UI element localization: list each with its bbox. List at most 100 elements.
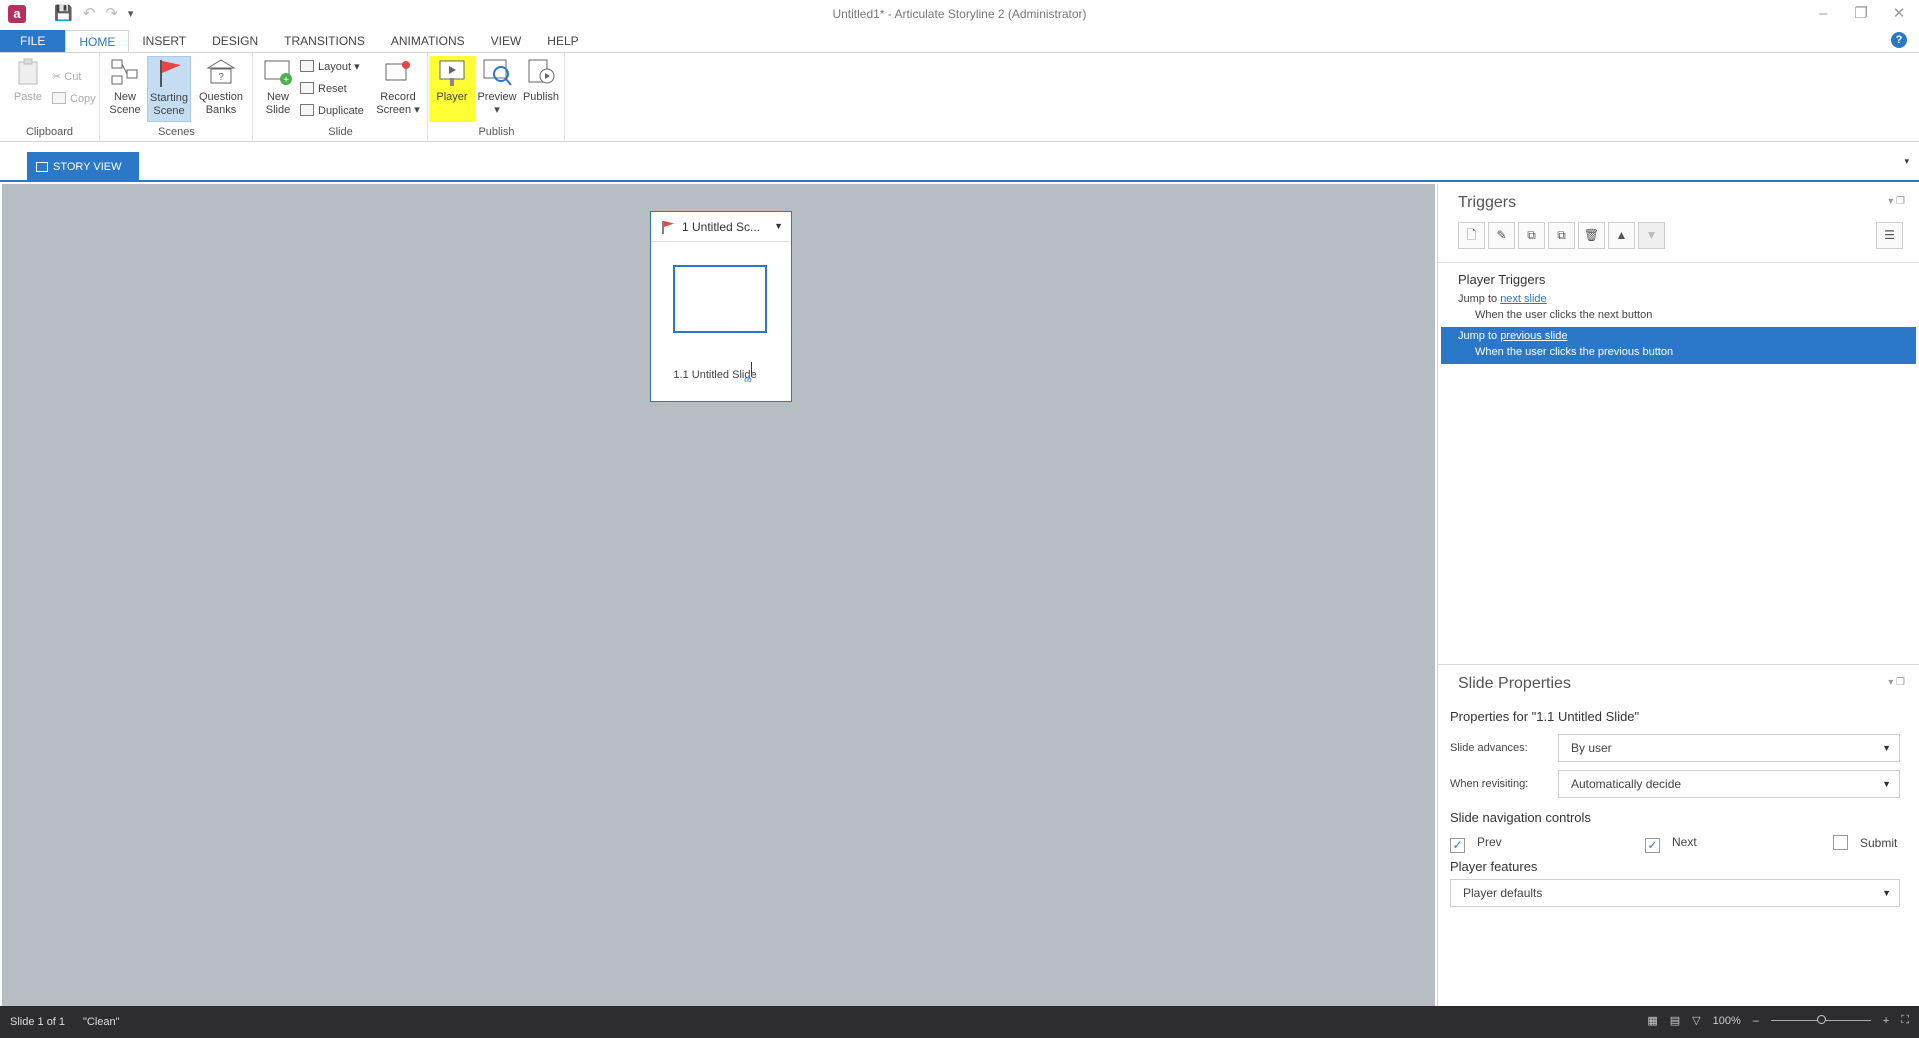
story-view-icon — [36, 162, 48, 172]
trigger-row[interactable]: Jump to next slide When the user clicks … — [1441, 290, 1916, 327]
edit-trigger-icon[interactable]: ✎ — [1488, 222, 1515, 249]
publish-group-label: Publish — [478, 126, 515, 138]
zoom-slider-handle[interactable] — [1816, 1015, 1826, 1024]
minimize-button[interactable]: – — [1811, 2, 1835, 26]
filter-icon[interactable]: ▽ — [1692, 1014, 1700, 1027]
copy-label: Copy — [70, 93, 96, 105]
tab-insert[interactable]: INSERT — [129, 30, 199, 52]
submit-checkbox-row[interactable]: Submit — [1833, 835, 1897, 850]
trigger-target-link[interactable]: next slide — [1500, 293, 1546, 305]
when-revisiting-dropdown[interactable]: Automatically decide ▼ — [1558, 770, 1900, 798]
player-features-heading: Player features — [1450, 859, 1538, 874]
slide-count: Slide 1 of 1 — [10, 1016, 66, 1028]
slide-properties-controls-icon[interactable]: ▾ ❐ — [1888, 677, 1905, 688]
next-checkbox-row[interactable]: ✓ Next — [1645, 835, 1697, 853]
scene-menu-chevron-icon[interactable]: ▼ — [774, 221, 783, 231]
save-icon[interactable]: 💾 — [54, 4, 73, 24]
trigger-target-link[interactable]: previous slide — [1500, 330, 1567, 342]
tab-design[interactable]: DESIGN — [199, 30, 271, 52]
slide-view-mode-icon[interactable]: ▤ — [1670, 1014, 1680, 1027]
tab-view[interactable]: VIEW — [478, 30, 535, 52]
zoom-slider[interactable] — [1770, 1015, 1871, 1024]
starting-scene-label-1: Starting — [150, 92, 188, 104]
triggers-panel-controls-icon[interactable]: ▾ ❐ — [1888, 196, 1905, 207]
publish-group: Player Preview ▾ Publish Publish — [429, 53, 565, 141]
paste-button[interactable]: Paste — [6, 56, 50, 122]
story-view-mode-icon[interactable]: ▦ — [1647, 1014, 1657, 1027]
view-tab-bar: STORY VIEW ▾ — [0, 142, 1919, 182]
create-trigger-icon[interactable]: 🗋 — [1458, 222, 1485, 249]
cut-button[interactable]: ✂ Cut — [52, 67, 81, 87]
slide-advances-dropdown[interactable]: By user ▼ — [1558, 734, 1900, 762]
record-screen-label-2: Screen — [376, 104, 412, 116]
new-scene-button[interactable]: New Scene — [103, 56, 147, 122]
scene-header[interactable]: 1 Untitled Sc... ▼ — [651, 212, 791, 242]
scene-title: 1 Untitled Sc... — [682, 220, 761, 234]
view-list-chevron-icon[interactable]: ▾ — [1904, 156, 1909, 167]
tab-animations[interactable]: ANIMATIONS — [378, 30, 478, 52]
clipboard-group: Paste ✂ Cut Copy Clipboard — [0, 53, 100, 141]
delete-trigger-icon[interactable]: 🗑 — [1578, 222, 1605, 249]
trigger-row[interactable]: Jump to previous slide When the user cli… — [1441, 327, 1916, 364]
copy-icon — [52, 92, 66, 104]
preview-button[interactable]: Preview ▾ — [475, 56, 519, 122]
slide-thumbnail[interactable] — [673, 265, 767, 333]
restore-button[interactable]: ❐ — [1849, 2, 1873, 26]
trigger-condition: When the user clicks the next button — [1475, 309, 1653, 321]
prev-checkbox-row[interactable]: ✓ Prev — [1450, 835, 1502, 853]
triggers-toolbar: 🗋 ✎ ⧉ ⧉ 🗑 ▲ ▼ — [1458, 222, 1665, 249]
link-icon[interactable]: ∞ — [744, 374, 752, 386]
tab-transitions[interactable]: TRANSITIONS — [271, 30, 378, 52]
submit-label: Submit — [1860, 836, 1898, 850]
zoom-out-button[interactable]: – — [1753, 1015, 1759, 1027]
player-features-dropdown[interactable]: Player defaults ▼ — [1450, 879, 1900, 907]
story-canvas[interactable]: 1 Untitled Sc... ▼ 1.1 Untitled Slide ∞ — [2, 184, 1435, 1006]
duplicate-button[interactable]: Duplicate — [300, 101, 364, 121]
help-icon[interactable]: ? — [1891, 32, 1907, 48]
triggers-divider — [1438, 262, 1919, 263]
customize-qat-icon[interactable]: ▾ — [128, 4, 134, 24]
tab-help[interactable]: HELP — [534, 30, 591, 52]
ribbon-tabs: FILE HOME INSERT DESIGN TRANSITIONS ANIM… — [0, 30, 1919, 52]
copy-trigger-icon[interactable]: ⧉ — [1518, 222, 1545, 249]
slide-link-line — [751, 362, 752, 374]
trigger-variables-icon[interactable]: ☰ — [1876, 222, 1903, 249]
scene-card[interactable]: 1 Untitled Sc... ▼ 1.1 Untitled Slide ∞ — [650, 211, 792, 402]
tab-file[interactable]: FILE — [0, 30, 66, 52]
reset-label: Reset — [318, 83, 347, 95]
tab-home[interactable]: HOME — [65, 30, 130, 52]
publish-button[interactable]: Publish — [519, 56, 563, 122]
new-scene-label-1: New — [113, 91, 136, 103]
close-button[interactable]: ✕ — [1887, 2, 1911, 26]
question-banks-button[interactable]: ? Question Banks — [199, 56, 243, 122]
move-down-icon[interactable]: ▼ — [1638, 222, 1665, 249]
tab-story-view[interactable]: STORY VIEW — [27, 152, 139, 182]
svg-text:?: ? — [218, 72, 224, 83]
new-slide-label-1: New — [266, 91, 289, 103]
player-triggers-heading: Player Triggers — [1458, 272, 1546, 287]
copy-button[interactable]: Copy — [52, 89, 96, 109]
undo-icon[interactable]: ↶ — [83, 4, 96, 24]
fit-to-window-icon[interactable]: ⛶ — [1901, 1014, 1909, 1027]
reset-button[interactable]: Reset — [300, 79, 347, 99]
starting-scene-button[interactable]: Starting Scene — [147, 56, 191, 122]
submit-checkbox[interactable] — [1833, 835, 1848, 850]
player-button[interactable]: Player — [429, 56, 475, 122]
duplicate-icon — [300, 104, 314, 116]
record-screen-label-1: Record — [380, 91, 416, 103]
new-slide-button[interactable]: + New Slide — [256, 56, 300, 122]
prev-checkbox[interactable]: ✓ — [1450, 838, 1465, 853]
next-checkbox[interactable]: ✓ — [1645, 838, 1660, 853]
redo-icon[interactable]: ↷ — [105, 4, 118, 24]
paste-trigger-icon[interactable]: ⧉ — [1548, 222, 1575, 249]
question-bank-icon: ? — [206, 59, 236, 84]
preview-icon — [483, 59, 512, 86]
new-scene-icon — [111, 59, 138, 85]
paste-icon — [18, 58, 38, 85]
layout-label: Layout — [318, 61, 352, 73]
zoom-in-button[interactable]: + — [1883, 1015, 1889, 1027]
publish-icon — [528, 59, 555, 84]
record-screen-button[interactable]: Record Screen ▾ — [376, 56, 420, 122]
layout-button[interactable]: Layout ▾ — [300, 57, 360, 77]
move-up-icon[interactable]: ▲ — [1608, 222, 1635, 249]
